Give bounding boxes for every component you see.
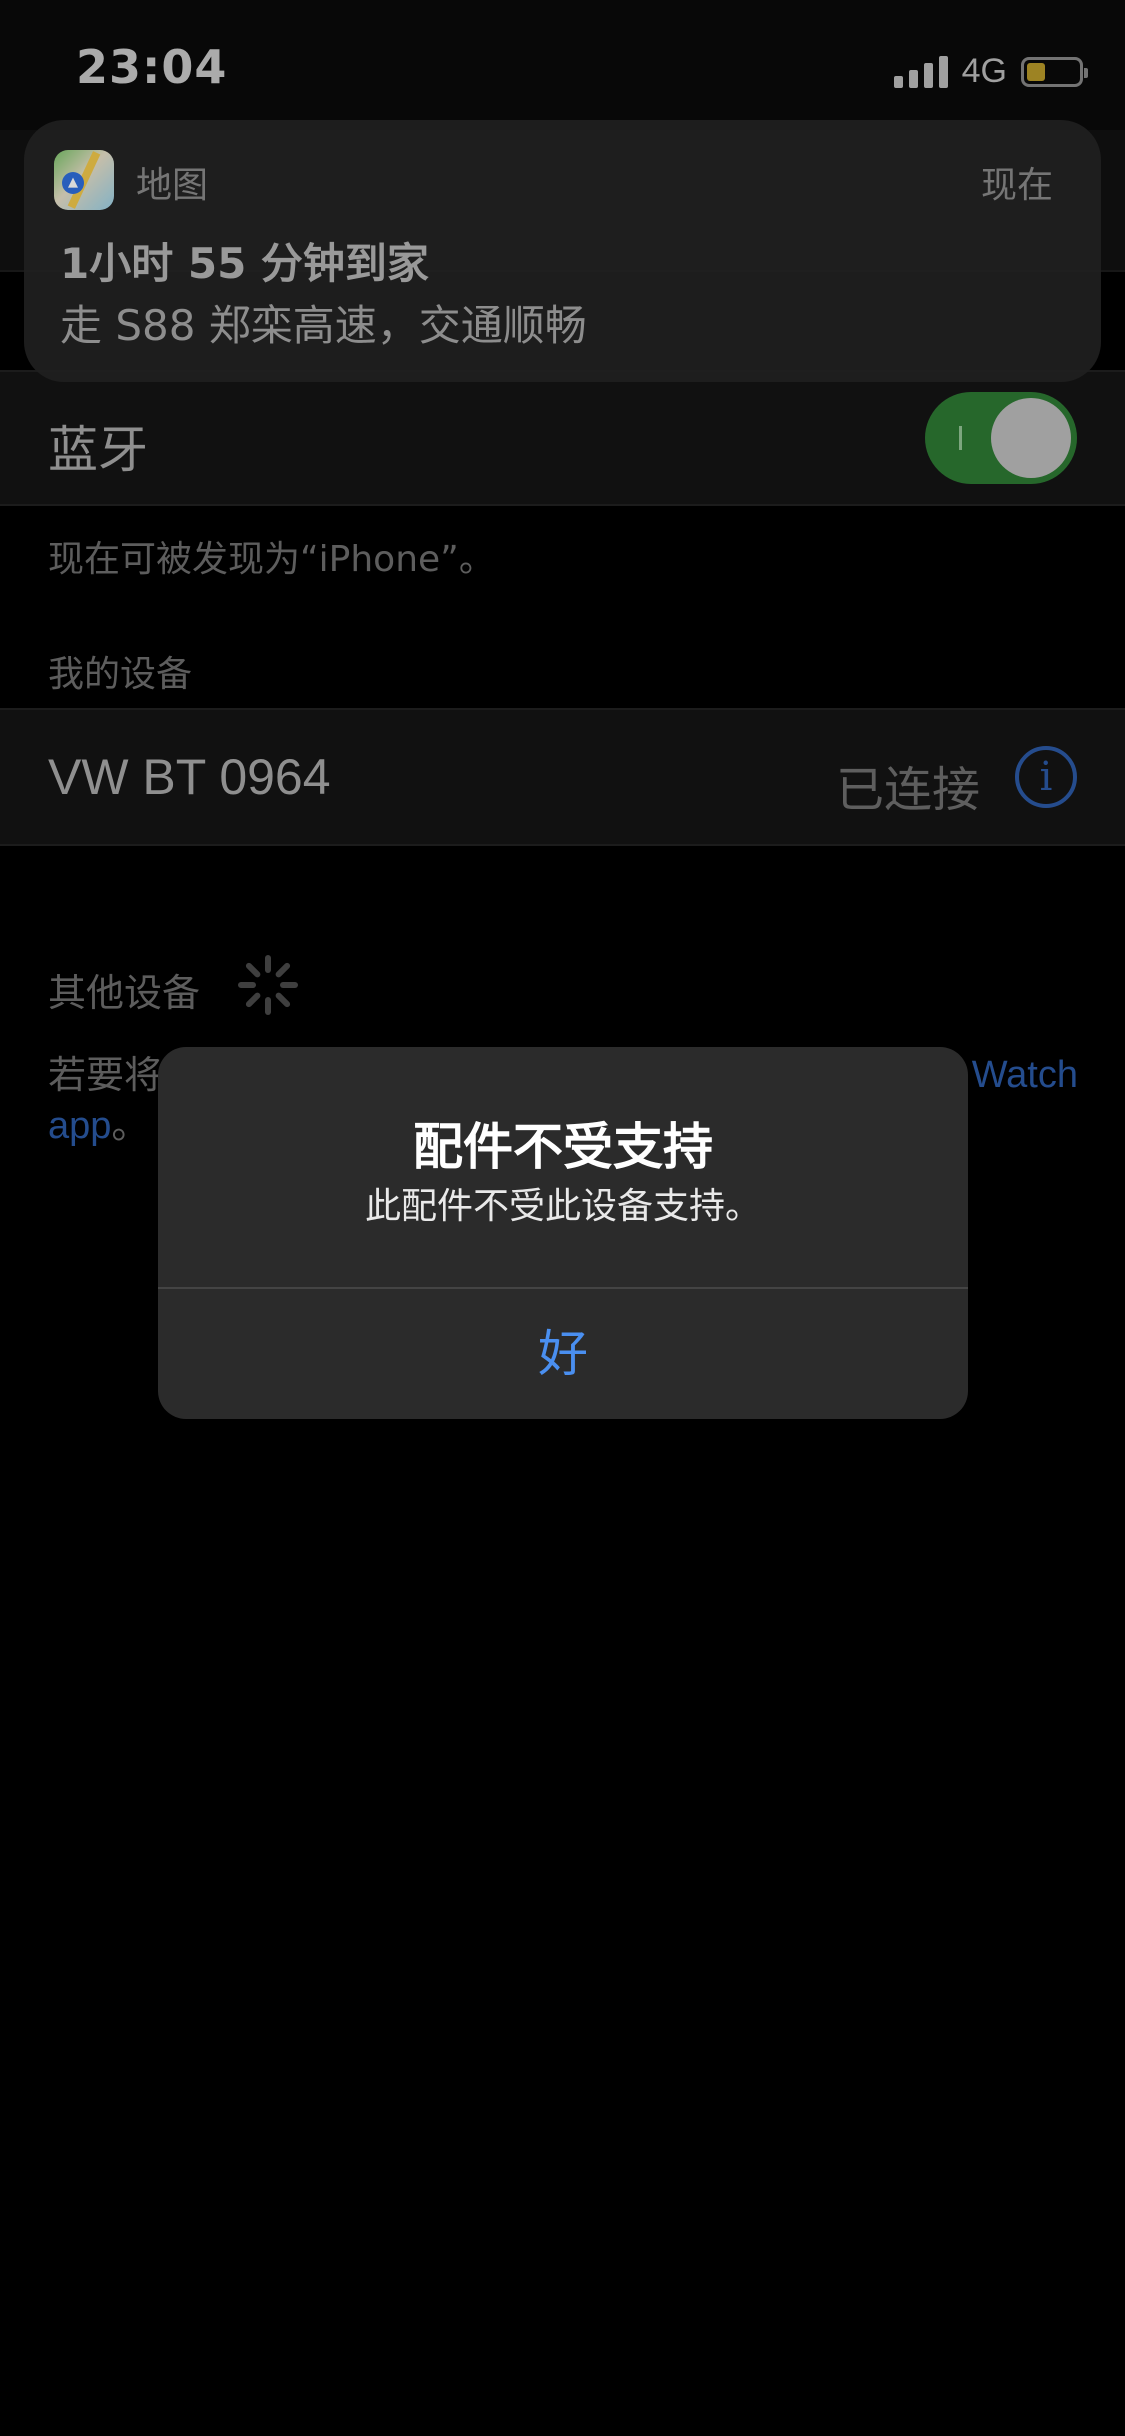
alert-message: 此配件不受此设备支持。 xyxy=(364,1186,761,1227)
alert-title: 配件不受支持 xyxy=(413,1118,713,1176)
alert-dialog: 配件不受支持 此配件不受此设备支持。 好 xyxy=(158,1047,968,1419)
ok-button[interactable]: 好 xyxy=(158,1289,968,1419)
